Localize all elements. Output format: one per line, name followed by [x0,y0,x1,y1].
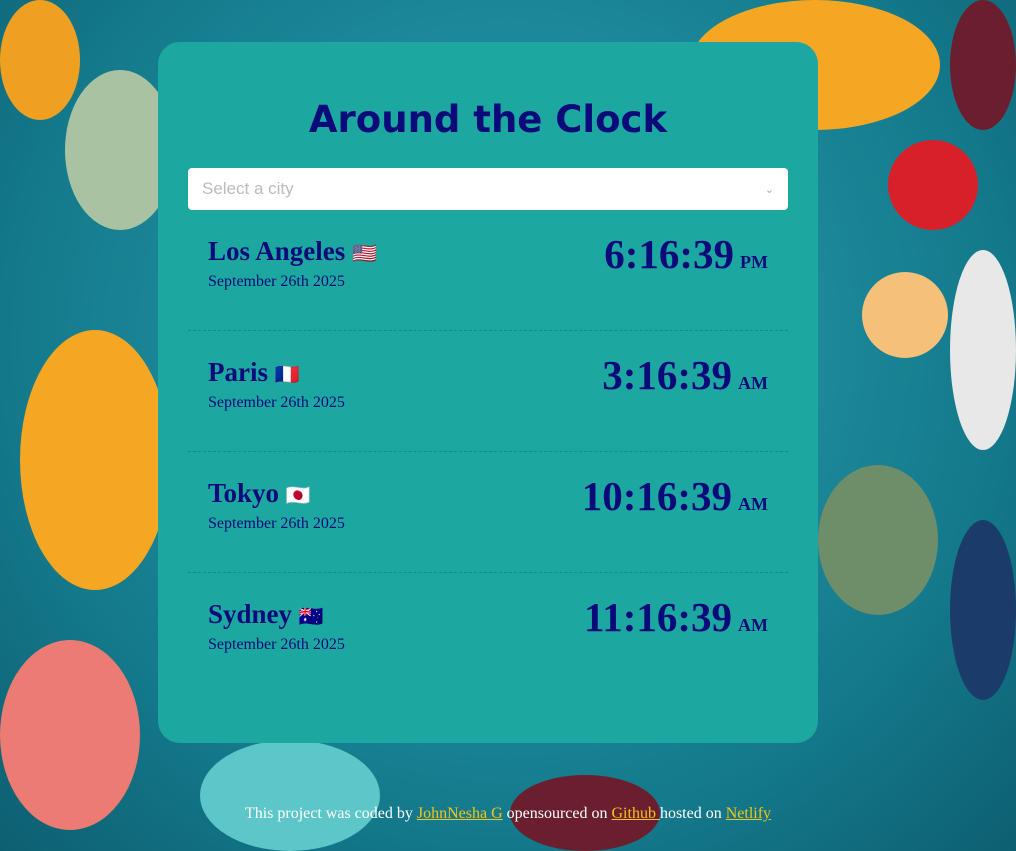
background-clock [818,465,938,615]
footer: This project was coded by JohnNesha G op… [0,805,1016,823]
city-time: 3:16:39 AM [602,351,768,399]
city-name-text: Paris [208,357,268,387]
background-clock [950,520,1016,700]
city-date: September 26th 2025 [208,515,345,532]
flag-icon: 🇫🇷 [274,364,300,386]
city-time: 6:16:39 PM [604,230,768,278]
time-value: 3:16:39 [602,352,732,398]
am-pm: AM [738,494,768,514]
background-clock [0,640,140,830]
city-date: September 26th 2025 [208,273,345,290]
background-clock [20,330,170,590]
time-value: 6:16:39 [604,231,735,277]
city-row: Sydney 🇦🇺 September 26th 2025 11:16:39 AM [188,573,788,694]
background-clock [950,0,1016,130]
time-value: 11:16:39 [583,594,732,640]
chevron-down-icon: ⌄ [764,183,774,196]
am-pm: AM [738,373,768,393]
city-row: Los Angeles 🇺🇸 September 26th 2025 6:16:… [188,210,788,331]
page-title: Around the Clock [308,98,668,141]
city-name-text: Sydney [208,599,293,629]
time-value: 10:16:39 [581,473,732,519]
background-clock [200,740,380,851]
city-date: September 26th 2025 [208,394,345,411]
city-name-text: Tokyo [208,478,280,508]
city-row: Tokyo 🇯🇵 September 26th 2025 10:16:39 AM [188,452,788,573]
background-clock [950,250,1016,450]
footer-text: hosted on [659,805,726,822]
footer-text: opensourced on [502,805,612,822]
city-name: Paris 🇫🇷 [208,357,300,388]
background-clock [888,140,978,230]
city-name: Los Angeles 🇺🇸 [208,236,377,267]
city-name: Tokyo 🇯🇵 [208,478,311,509]
city-name: Sydney 🇦🇺 [208,599,324,630]
city-select[interactable]: Select a city ⌄ [188,168,788,210]
city-select-placeholder: Select a city [202,179,294,198]
background-clock [0,0,80,120]
github-link[interactable]: Github [612,805,660,822]
city-time: 11:16:39 AM [584,593,768,641]
am-pm: PM [740,252,768,272]
flag-icon: 🇦🇺 [298,606,324,628]
background-clock [862,272,948,358]
city-name-text: Los Angeles [208,236,346,266]
city-row: Paris 🇫🇷 September 26th 2025 3:16:39 AM [188,331,788,452]
city-date: September 26th 2025 [208,636,345,653]
am-pm: AM [738,615,768,635]
author-link[interactable]: JohnNesha G [417,805,503,822]
flag-icon: 🇺🇸 [352,243,377,265]
clock-card: Around the Clock Select a city ⌄ Los Ang… [158,42,818,743]
footer-text: This project was coded by [244,805,417,822]
city-time: 10:16:39 AM [582,472,768,520]
netlify-link[interactable]: Netlify [726,805,771,822]
flag-icon: 🇯🇵 [285,485,311,507]
